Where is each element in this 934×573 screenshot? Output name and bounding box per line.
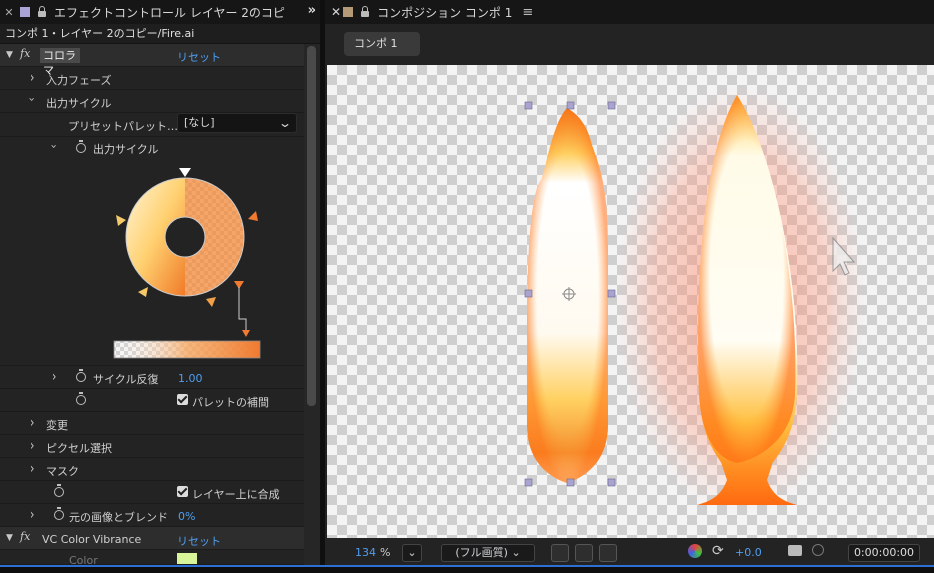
prop-row-cycle-repeat[interactable]: › サイクル反復 1.00 xyxy=(0,366,304,389)
menu-icon[interactable]: ≡ xyxy=(522,5,533,20)
reset-button[interactable]: リセット xyxy=(177,49,221,65)
prop-label: サイクル反復 xyxy=(93,373,159,386)
close-icon[interactable]: ✕ xyxy=(0,6,18,19)
fx-icon[interactable]: fx xyxy=(20,47,30,60)
prop-row-output-cycle: › 出力サイクル xyxy=(0,137,304,366)
status-bar xyxy=(0,565,934,573)
color-swatch[interactable] xyxy=(177,553,197,564)
chevron-down-icon: ⌄ xyxy=(407,546,417,559)
transparency-grid-icon[interactable] xyxy=(575,544,593,562)
chevron-down-icon[interactable]: › xyxy=(26,97,39,101)
scrollbar-thumb[interactable] xyxy=(307,46,316,406)
fast-preview-icon[interactable] xyxy=(551,544,569,562)
exposure-value[interactable]: +0.0 xyxy=(735,546,762,559)
prop-row-palette-interp[interactable]: パレットの補間 xyxy=(0,389,304,412)
prop-label: プリセットパレット… xyxy=(68,120,178,133)
camera-icon[interactable] xyxy=(788,545,802,556)
chevron-down-icon[interactable]: ▼ xyxy=(6,533,13,543)
panel-color-swatch xyxy=(343,7,354,17)
chevron-right-icon[interactable]: › xyxy=(30,414,34,431)
chevron-right-icon[interactable]: › xyxy=(30,437,34,454)
zoom-unit: % xyxy=(380,546,391,559)
lock-icon[interactable] xyxy=(36,6,48,18)
effect-row-colorama[interactable]: ▼ fx コロラマ リセット xyxy=(0,44,304,77)
breadcrumb: コンポ 1・レイヤー 2のコピー/Fire.ai xyxy=(0,24,320,44)
show-channel-icon[interactable] xyxy=(812,544,824,556)
output-cycle-wheel[interactable] xyxy=(108,159,268,364)
checkbox-icon[interactable] xyxy=(177,486,188,497)
resolution-dropdown[interactable]: (フル画質) ⌄ xyxy=(441,544,535,562)
blend-value[interactable]: 0% xyxy=(178,510,195,523)
checkbox-label: パレットの補間 xyxy=(192,396,269,409)
prop-row-mask[interactable]: › マスク xyxy=(0,458,304,481)
chevron-down-icon: ⌄ xyxy=(511,546,521,559)
stopwatch-icon[interactable] xyxy=(54,507,64,520)
app-root: ✕ エフェクトコントロール レイヤー 2のコピー » コンポ 1・レイヤー 2の… xyxy=(0,0,934,573)
prop-label: 元の画像とブレンド xyxy=(69,511,168,524)
region-of-interest-icon[interactable] xyxy=(625,544,643,562)
chevron-right-icon[interactable]: › xyxy=(30,460,34,477)
chevron-right-icon[interactable]: › xyxy=(30,506,34,523)
chevron-down-icon: ⌄ xyxy=(277,116,293,130)
prop-label: 出力サイクル xyxy=(46,97,112,110)
chevron-down-icon[interactable]: › xyxy=(48,144,61,148)
prop-label: 変更 xyxy=(46,419,68,432)
effect-name: コロラマ xyxy=(40,48,80,77)
prop-row-output-cycle-group[interactable]: › 出力サイクル xyxy=(0,90,304,113)
composition-viewer: ✕ コンポジション コンポ 1 ≡ コンポ 1 134 % ⌄ (フル画質) ⌄… xyxy=(325,0,934,565)
zoom-value[interactable]: 134 xyxy=(355,546,376,559)
tab-title: エフェクトコントロール レイヤー 2のコピー xyxy=(54,5,286,20)
timecode-field[interactable]: 0:00:00:00 xyxy=(848,544,920,562)
exposure-reset-icon[interactable]: ⟳ xyxy=(712,543,724,559)
checkbox-label: レイヤー上に合成 xyxy=(192,488,280,501)
prop-row-pixel-select[interactable]: › ピクセル選択 xyxy=(0,435,304,458)
effect-controls-panel: ✕ エフェクトコントロール レイヤー 2のコピー » コンポ 1・レイヤー 2の… xyxy=(0,0,320,565)
stopwatch-icon[interactable] xyxy=(54,484,64,497)
select-value: [なし] xyxy=(184,116,215,129)
stopwatch-icon[interactable] xyxy=(76,369,86,382)
chevron-right-icon[interactable]: › xyxy=(30,69,34,86)
comp-navigator-button[interactable]: コンポ 1 xyxy=(344,32,420,56)
composition-tab[interactable]: ✕ コンポジション コンポ 1 ≡ xyxy=(325,0,934,24)
stopwatch-icon[interactable] xyxy=(76,392,86,405)
prop-row-input-phase[interactable]: › 入力フェーズ xyxy=(0,67,304,90)
timecode-value: 0:00:00:00 xyxy=(853,546,915,559)
close-icon[interactable]: ✕ xyxy=(331,5,341,19)
panel-overflow-icon[interactable]: » xyxy=(308,3,316,18)
prop-label: ピクセル選択 xyxy=(46,442,112,455)
zoom-dropdown[interactable]: ⌄ xyxy=(402,544,422,562)
fx-icon[interactable]: fx xyxy=(20,530,30,543)
resolution-value: (フル画質) xyxy=(455,546,508,559)
prop-row-modify[interactable]: › 変更 xyxy=(0,412,304,435)
viewer-header: コンポ 1 xyxy=(325,24,934,62)
grid-guides-icon[interactable] xyxy=(649,544,667,562)
chevron-down-icon[interactable]: ▼ xyxy=(6,50,13,60)
effect-row-vc-color-vibrance[interactable]: ▼ fx VC Color Vibrance リセット xyxy=(0,527,304,550)
reset-button[interactable]: リセット xyxy=(177,533,221,549)
prop-label: マスク xyxy=(46,465,79,478)
cycle-repeat-value[interactable]: 1.00 xyxy=(178,372,203,385)
panel-color-swatch xyxy=(20,7,30,17)
prop-label: 出力サイクル xyxy=(93,143,159,156)
color-wheel-icon[interactable] xyxy=(688,544,702,558)
prop-row-color[interactable]: Color xyxy=(0,550,304,565)
composition-canvas[interactable] xyxy=(327,65,934,538)
effect-name: VC Color Vibrance xyxy=(42,533,142,546)
prop-row-composite[interactable]: レイヤー上に合成 xyxy=(0,481,304,504)
effect-controls-tab[interactable]: ✕ エフェクトコントロール レイヤー 2のコピー » xyxy=(0,0,320,24)
viewer-toolbar: 134 % ⌄ (フル画質) ⌄ ⟳ +0.0 0:00:00:00 xyxy=(325,540,934,565)
chevron-right-icon[interactable]: › xyxy=(52,368,56,385)
checkbox-icon[interactable] xyxy=(177,394,188,405)
stopwatch-icon[interactable] xyxy=(76,140,86,153)
prop-row-blend-original[interactable]: › 元の画像とブレンド 0% xyxy=(0,504,304,527)
prop-label: 入力フェーズ xyxy=(46,74,112,87)
mask-visibility-icon[interactable] xyxy=(599,544,617,562)
flame-layers xyxy=(524,85,865,515)
prop-label: Color xyxy=(69,554,98,565)
tab-title: コンポジション コンポ 1 xyxy=(377,5,513,20)
preset-palette-select[interactable]: [なし] ⌄ xyxy=(177,113,297,133)
lock-icon[interactable] xyxy=(359,6,371,18)
